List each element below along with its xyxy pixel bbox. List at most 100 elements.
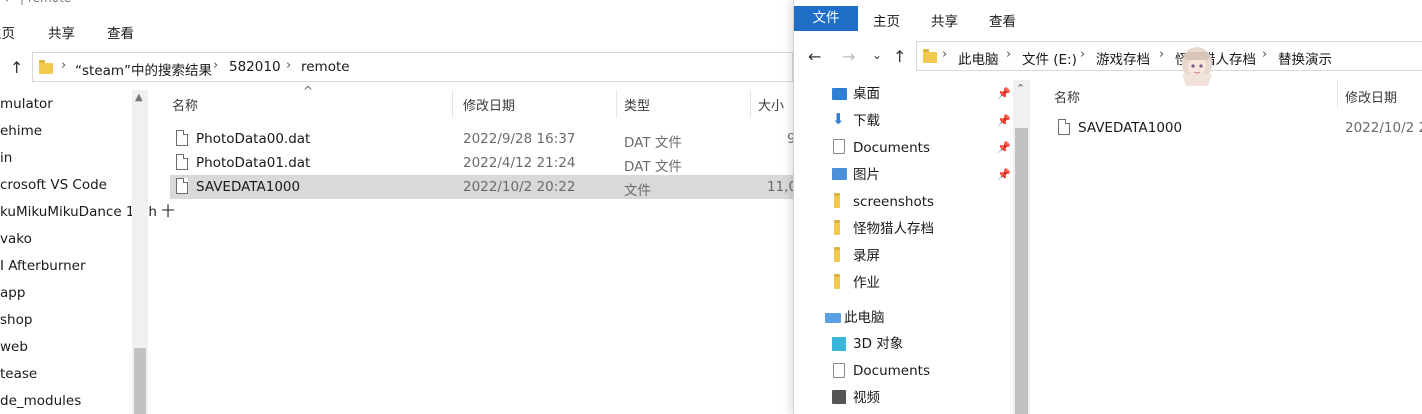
pin-icon[interactable]: 📌 (997, 168, 1011, 181)
file-type: DAT 文件 (624, 135, 682, 151)
desktop-icon (832, 88, 847, 100)
nav-item-pictures[interactable]: 图片 (853, 162, 880, 188)
nav-item-desktop[interactable]: 桌面 (853, 81, 880, 107)
file-type: 文件 (624, 183, 651, 199)
file-type: DAT 文件 (624, 159, 682, 175)
nav-item[interactable]: in (0, 145, 12, 171)
nav-item-screenshots[interactable]: screenshots (853, 189, 934, 215)
column-header-size[interactable]: 大小 (758, 95, 784, 114)
column-header-name[interactable]: 名称 (1054, 87, 1080, 106)
chevron-down-icon[interactable]: ▾ (4, 0, 10, 5)
video-icon (832, 390, 846, 404)
chevron-right-icon[interactable]: › (1006, 47, 1011, 62)
nav-item-3d-objects[interactable]: 3D 对象 (853, 331, 903, 357)
tab-share[interactable]: 共享 (48, 22, 75, 42)
nav-item-downloads[interactable]: 下载 (853, 108, 880, 134)
scrollbar-thumb[interactable] (134, 348, 146, 414)
scroll-up-icon[interactable]: ▲ (135, 92, 143, 103)
nav-item[interactable]: web (0, 334, 28, 360)
nav-item[interactable]: tease (0, 361, 37, 387)
chevron-right-icon[interactable]: › (1262, 47, 1267, 62)
nav-item[interactable]: shop (0, 307, 32, 333)
pictures-icon (832, 168, 847, 180)
nav-item[interactable]: kuMikuMikuDance 10th 十 (0, 199, 175, 225)
chevron-right-icon[interactable]: › (942, 47, 947, 62)
nav-item[interactable]: de_modules (0, 388, 81, 414)
pin-icon[interactable]: 📌 (997, 141, 1011, 154)
column-header-name[interactable]: 名称 (172, 95, 198, 114)
breadcrumb-remote[interactable]: remote (301, 59, 350, 75)
nav-item[interactable]: I Afterburner (0, 253, 86, 279)
navigation-pane: 桌面 📌 ⬇ 下载 📌 Documents 📌 图片 📌 screenshots… (794, 80, 1015, 414)
breadcrumb-this-pc[interactable]: 此电脑 (958, 48, 999, 68)
breadcrumb-582010[interactable]: 582010 (229, 59, 281, 75)
computer-icon (825, 313, 841, 323)
column-header-modified[interactable]: 修改日期 (463, 95, 515, 114)
nav-item[interactable]: mulator (0, 91, 53, 117)
breadcrumb-replace-demo[interactable]: 替换演示 (1278, 48, 1332, 68)
pin-icon[interactable]: 📌 (997, 114, 1011, 127)
explorer-window-left: ▾ | remote 主页 共享 查看 ↑ › “steam”中的搜索结果 › … (0, 0, 793, 414)
pin-icon[interactable]: 📌 (997, 87, 1011, 100)
nav-item-videos[interactable]: 视频 (853, 385, 880, 411)
nav-item[interactable]: vako (0, 226, 32, 252)
tab-file[interactable]: 文件 (794, 6, 858, 31)
chevron-right-icon[interactable]: › (286, 58, 291, 73)
breadcrumb-game-saves[interactable]: 游戏存档 (1096, 48, 1150, 68)
file-row-selected[interactable]: SAVEDATA1000 2022/10/2 20:22 文件 11,0 (170, 175, 793, 199)
document-icon (833, 139, 845, 154)
download-icon: ⬇ (832, 110, 845, 128)
nav-item-recordings[interactable]: 录屏 (853, 243, 880, 269)
back-arrow-icon[interactable]: ← (808, 47, 821, 66)
up-arrow-icon[interactable]: ↑ (893, 47, 906, 66)
tab-view[interactable]: 查看 (107, 22, 134, 42)
file-modified: 2022/9/28 16:37 (463, 131, 576, 147)
nav-item-documents[interactable]: Documents (853, 135, 930, 161)
folder-icon (39, 60, 53, 74)
nav-scrollbar[interactable]: ▲ (132, 90, 148, 414)
nav-scrollbar[interactable]: ⌃ (1013, 80, 1030, 414)
column-header-modified[interactable]: 修改日期 (1345, 87, 1397, 106)
tab-home[interactable]: 主页 (873, 10, 900, 30)
title-separator: | (20, 0, 24, 5)
nav-item-homework[interactable]: 作业 (853, 270, 880, 296)
nav-item[interactable]: ehime (0, 118, 42, 144)
chevron-down-icon[interactable]: ⌄ (872, 48, 882, 62)
scrollbar-thumb[interactable] (1015, 128, 1028, 414)
chevron-right-icon[interactable]: › (1080, 47, 1085, 62)
nav-item-mh-saves[interactable]: 怪物猎人存档 (853, 216, 934, 242)
chevron-right-icon[interactable]: › (213, 58, 218, 73)
nav-item-this-pc[interactable]: 此电脑 (844, 305, 885, 331)
breadcrumb-search-results[interactable]: “steam”中的搜索结果 (75, 59, 212, 79)
chevron-right-icon[interactable]: › (61, 58, 66, 73)
nav-item[interactable]: app (0, 280, 25, 306)
navigation-pane: mulator ehime in crosoft VS Code kuMikuM… (0, 90, 175, 414)
breadcrumb-drive-e[interactable]: 文件 (E:) (1022, 48, 1077, 68)
file-name: SAVEDATA1000 (196, 179, 301, 195)
folder-icon (923, 49, 937, 63)
forward-arrow-icon[interactable]: → (842, 47, 855, 66)
file-row[interactable]: PhotoData01.dat 2022/4/12 21:24 DAT 文件 (170, 151, 793, 175)
address-bar[interactable]: › “steam”中的搜索结果 › 582010 › remote (32, 52, 793, 82)
tab-share[interactable]: 共享 (931, 10, 958, 30)
file-row[interactable]: SAVEDATA1000 2022/10/2 2 (1052, 116, 1422, 140)
tab-home[interactable]: 主页 (0, 22, 15, 42)
file-row[interactable]: PhotoData00.dat 2022/9/28 16:37 DAT 文件 9 (170, 127, 793, 151)
folder-icon (834, 247, 840, 262)
scroll-up-icon[interactable]: ⌃ (1016, 82, 1025, 95)
explorer-window-right: 文件 主页 共享 查看 ← → ⌄ ↑ › 此电脑 › 文件 (E:) › 游戏… (793, 0, 1422, 414)
tab-view[interactable]: 查看 (989, 10, 1016, 30)
file-name: SAVEDATA1000 (1078, 120, 1183, 136)
chevron-right-icon[interactable]: › (1159, 47, 1164, 62)
file-size: 11,0 (767, 179, 793, 195)
file-name: PhotoData01.dat (196, 155, 311, 171)
column-header-type[interactable]: 类型 (624, 95, 650, 114)
nav-item[interactable]: crosoft VS Code (0, 172, 107, 198)
nav-item-pc-documents[interactable]: Documents (853, 358, 930, 384)
anime-avatar-sticker (1182, 47, 1212, 86)
up-arrow-icon[interactable]: ↑ (10, 58, 23, 77)
file-modified: 2022/10/2 2 (1345, 120, 1422, 136)
file-icon (176, 154, 188, 170)
3d-objects-icon (832, 337, 846, 351)
address-bar[interactable]: › 此电脑 › 文件 (E:) › 游戏存档 › 怪物猎人存档 › 替换演示 (916, 41, 1422, 71)
